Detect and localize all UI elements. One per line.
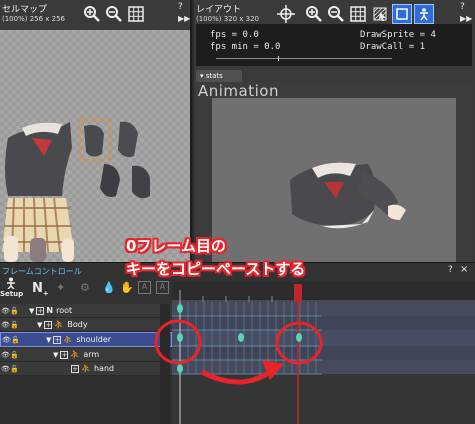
tree-label-arm: arm [83,350,100,359]
stats-tab[interactable]: ▾ stats [196,70,242,82]
part-icon: ⛹ [81,364,91,373]
cellmap-size: (100%) 256 x 256 [2,15,66,23]
lock-icon[interactable]: 🔓 [10,320,19,330]
collapse-icon[interactable]: ▼ [53,351,58,359]
zoom-out-icon[interactable] [104,4,124,24]
image-pick-icon[interactable] [370,4,390,24]
stats-graph-tick [278,56,279,61]
expand-box-icon[interactable]: + [71,364,79,373]
tree-row-root[interactable]: 👁 🔓 ▼ + N root [0,304,172,318]
stats-overlay: fps = 0.0 fps min = 0.0 DrawSprite = 4 D… [196,24,472,66]
cell-parts-image [2,119,150,262]
grid-icon[interactable] [126,4,146,24]
tree-empty-area [0,376,172,424]
tree-label-shoulder: shoulder [76,335,112,344]
layout-title: レイアウト [196,5,242,15]
lock-icon[interactable]: 🔓 [11,335,20,345]
lock-icon[interactable]: 🔓 [10,364,19,374]
annotation-overlay [154,319,323,385]
grid-icon[interactable] [348,4,368,24]
cellmap-canvas[interactable] [0,30,190,262]
hand-icon: ✋ [120,281,134,294]
eye-icon[interactable]: 👁 [1,306,10,316]
stats-graph-line [216,58,392,59]
expand-arrows-icon[interactable]: ▶▶ [460,14,472,23]
tree-label-hand: hand [93,364,115,373]
cellmap-help-icon[interactable]: ? [178,2,183,12]
bone-figure-icon[interactable] [414,4,434,24]
collapse-icon[interactable]: ▼ [46,336,51,344]
crosshair-icon[interactable] [276,4,296,24]
annotation-circle-source [154,319,202,365]
expand-box-icon[interactable]: + [60,350,69,359]
part-icon: ⛹ [54,320,65,329]
eye-icon[interactable]: 👁 [1,364,10,374]
frame-control-title: フレームコントロール [2,267,82,276]
collapse-icon[interactable]: ▼ [37,321,42,329]
animation-label: Animation [198,82,279,100]
anchor-b-icon: A [156,281,169,294]
tree-row-arm[interactable]: 👁 🔓 ▼ + ⛹ arm [0,348,172,362]
lock-icon[interactable]: 🔓 [10,306,19,316]
collapse-icon[interactable]: ▼ [29,307,34,315]
lock-icon[interactable]: 🔓 [10,350,19,360]
setup-button[interactable]: Setup [0,277,24,301]
tree-row-body[interactable]: 👁 🔓 ▼ + ⛹ Body [0,318,172,332]
zoom-out-icon[interactable] [326,4,346,24]
draw-sprite-readout: DrawSprite = 4 [360,30,436,40]
fps-min-readout: fps min = 0.0 [210,42,281,52]
layout-help-icon[interactable]: ? [460,2,465,12]
annotation-circle-target [275,321,323,365]
character-preview-image [290,162,406,229]
timeline-ruler[interactable] [172,282,475,302]
tree-label-root: root [56,306,73,315]
ruler-ticks [172,284,475,302]
tree-row-shoulder[interactable]: 👁 🔓 ▼ + ⛹ shoulder [0,332,172,347]
expand-box-icon[interactable]: + [44,320,53,329]
cellmap-title: セルマップ [2,5,48,15]
expand-box-icon[interactable]: + [36,306,45,315]
eye-icon[interactable]: 👁 [2,335,11,345]
eye-icon[interactable]: 👁 [1,320,10,330]
drop-icon: 💧 [102,281,116,294]
anchor-a-icon: A [138,281,151,294]
star-icon: ✦ [56,281,66,294]
part-icon: ⛹ [70,350,81,359]
node-add-icon: ⚙ [80,281,90,294]
layout-toolbar [276,4,434,24]
fps-readout: fps = 0.0 [210,30,259,40]
animation-viewport[interactable]: Animation [196,82,472,262]
person-icon [7,277,15,289]
expand-arrows-icon[interactable]: ▶▶ [178,14,190,23]
close-icon[interactable]: × [460,264,468,275]
expand-box-icon[interactable]: + [53,335,62,344]
part-icon: ⛹ [63,335,74,344]
setup-label: Setup [0,290,24,298]
annotation-line-2: キーをコピーペーストする [126,260,306,278]
cellmap-toolbar [82,4,146,24]
stats-tab-label: stats [205,72,223,80]
tree-row-hand[interactable]: 👁 🔓 + ⛹ hand [0,362,172,376]
animation-stage [212,98,456,262]
frame-help-icon[interactable]: ? [448,265,453,275]
cellmap-panel: セルマップ (100%) 256 x 256 ? ▶▶ [0,0,192,262]
eye-icon[interactable]: 👁 [1,350,10,360]
annotation-line-1: 0フレーム目の [126,237,226,255]
zoom-in-icon[interactable] [82,4,102,24]
annotation-arrow [200,369,272,385]
draw-call-readout: DrawCall = 1 [360,42,426,52]
new-node-icon[interactable]: N+ [32,281,49,298]
zoom-in-icon[interactable] [304,4,324,24]
root-node-icon: N [46,306,54,315]
tree-label-body: Body [67,320,88,329]
layout-size: (100%) 320 x 320 [196,15,260,23]
frame-mode-icon[interactable] [392,4,412,24]
